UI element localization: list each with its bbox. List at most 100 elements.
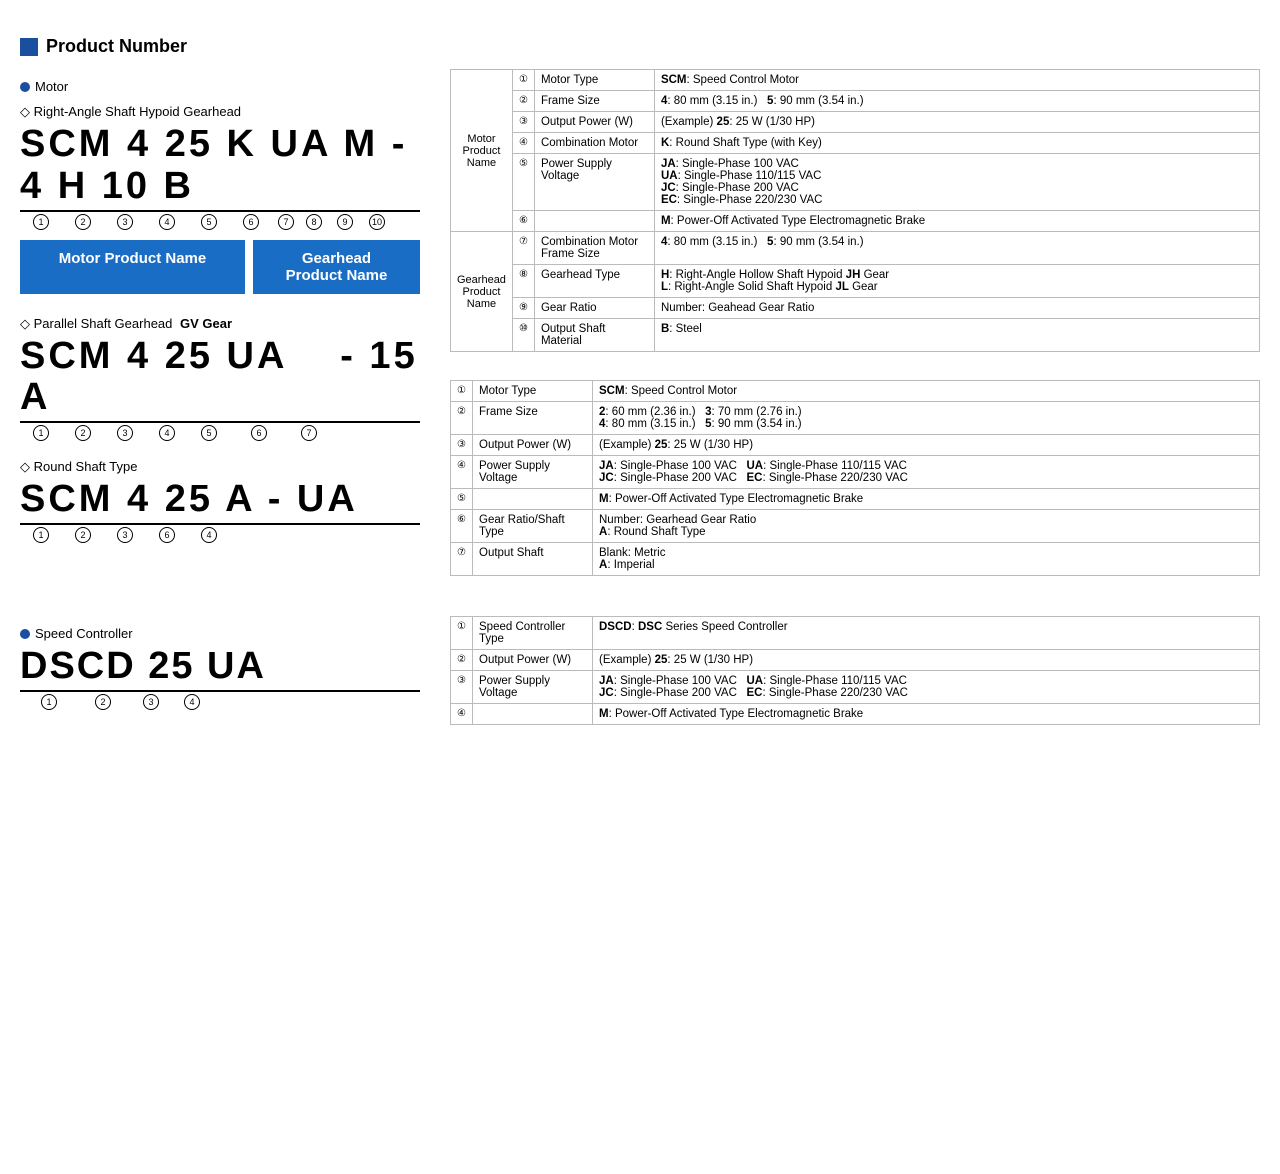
sc-row-value-1: DSCD: DSC Series Speed Controller <box>593 617 1260 650</box>
sc-row-label-3: Power Supply Voltage <box>473 671 593 704</box>
sc-row-value-3: JA: Single-Phase 100 VAC UA: Single-Phas… <box>593 671 1260 704</box>
row-label-2: Frame Size <box>534 91 654 112</box>
row-num-6: ⑥ <box>512 211 534 232</box>
sc-circle-1: 1 <box>20 694 78 710</box>
gearhead-product-name-box: Gearhead Product Name <box>253 240 420 294</box>
row-num-5: ⑤ <box>512 154 534 211</box>
sc-row-label-1: Speed ControllerType <box>473 617 593 650</box>
sc-label: Speed Controller <box>20 626 420 641</box>
row-num-9: ⑨ <box>512 298 534 319</box>
row-value-5: JA: Single-Phase 100 VAC UA: Single-Phas… <box>654 154 1259 211</box>
p-row-label-6: Gear Ratio/ShaftType <box>473 510 593 543</box>
table-row: ④ M: Power-Off Activated Type Electromag… <box>451 704 1260 725</box>
circle-2: 2 <box>62 214 104 230</box>
table-row: ⑤ M: Power-Off Activated Type Electromag… <box>451 489 1260 510</box>
sc-row-num-3: ③ <box>451 671 473 704</box>
row-label-3: Output Power (W) <box>534 112 654 133</box>
row-label-6 <box>534 211 654 232</box>
circle-10: 10 <box>362 214 392 230</box>
p-row-num-2: ② <box>451 402 473 435</box>
r-circle-2: 2 <box>62 527 104 543</box>
row-num-4: ④ <box>512 133 534 154</box>
table-row: ⑧ Gearhead Type H: Right-Angle Hollow Sh… <box>451 265 1260 298</box>
circle-5: 5 <box>188 214 230 230</box>
p-circle-7: 7 <box>288 425 330 441</box>
row-value-7: 4: 80 mm (3.15 in.) 5: 90 mm (3.54 in.) <box>654 232 1259 265</box>
product-code-sc: DSCD 25 UA <box>20 645 420 692</box>
gearhead-group-label: GearheadProductName <box>451 232 513 352</box>
table-row: ⑥ Gear Ratio/ShaftType Number: Gearhead … <box>451 510 1260 543</box>
sc-circle-3: 3 <box>128 694 174 710</box>
table-row: ③ Power Supply Voltage JA: Single-Phase … <box>451 671 1260 704</box>
row-value-3: (Example) 25: 25 W (1/30 HP) <box>654 112 1259 133</box>
row-label-1: Motor Type <box>534 70 654 91</box>
p-row-label-2: Frame Size <box>473 402 593 435</box>
sc-row-label-4 <box>473 704 593 725</box>
sc-row-num-1: ① <box>451 617 473 650</box>
row-value-6: M: Power-Off Activated Type Electromagne… <box>654 211 1259 232</box>
sc-circle-4: 4 <box>174 694 210 710</box>
circle-1: 1 <box>20 214 62 230</box>
p-row-label-4: Power Supply Voltage <box>473 456 593 489</box>
right-angle-table: MotorProductName ① Motor Type SCM: Speed… <box>450 69 1260 352</box>
p-row-num-5: ⑤ <box>451 489 473 510</box>
row-num-1: ① <box>512 70 534 91</box>
p-circle-6: 6 <box>230 425 288 441</box>
p-row-num-3: ③ <box>451 435 473 456</box>
row-num-3: ③ <box>512 112 534 133</box>
p-row-label-7: Output Shaft <box>473 543 593 576</box>
round-label: ◇ Round Shaft Type <box>20 459 420 475</box>
row-label-7: Combination MotorFrame Size <box>534 232 654 265</box>
table-row: GearheadProductName ⑦ Combination MotorF… <box>451 232 1260 265</box>
circle-6: 6 <box>230 214 272 230</box>
r-circle-4: 4 <box>188 527 230 543</box>
circle-row-round: 1 2 3 6 4 <box>20 527 420 543</box>
row-label-8: Gearhead Type <box>534 265 654 298</box>
table-row: ④ Combination Motor K: Round Shaft Type … <box>451 133 1260 154</box>
table-row: ② Output Power (W) (Example) 25: 25 W (1… <box>451 650 1260 671</box>
row-value-10: B: Steel <box>654 319 1259 352</box>
sc-table: ① Speed ControllerType DSCD: DSC Series … <box>450 616 1260 725</box>
row-num-8: ⑧ <box>512 265 534 298</box>
row-value-4: K: Round Shaft Type (with Key) <box>654 133 1259 154</box>
table-row: ⑤ Power Supply Voltage JA: Single-Phase … <box>451 154 1260 211</box>
right-angle-label: ◇ Right-Angle Shaft Hypoid Gearhead <box>20 104 420 120</box>
table-row: ② Frame Size 4: 80 mm (3.15 in.) 5: 90 m… <box>451 91 1260 112</box>
row-num-7: ⑦ <box>512 232 534 265</box>
parallel-section: ◇ Parallel Shaft Gearhead GV Gear SCM 4 … <box>20 316 420 442</box>
row-label-10: Output Shaft Material <box>534 319 654 352</box>
p-row-num-6: ⑥ <box>451 510 473 543</box>
name-boxes: Motor Product Name Gearhead Product Name <box>20 240 420 294</box>
p-row-value-2: 2: 60 mm (2.36 in.) 3: 70 mm (2.76 in.) … <box>593 402 1260 435</box>
product-number-header: Product Number <box>20 36 1260 57</box>
product-code-right: SCM 4 25 K UA M - 4 H 10 B <box>20 124 420 212</box>
p-row-num-4: ④ <box>451 456 473 489</box>
p-row-num-7: ⑦ <box>451 543 473 576</box>
p-row-value-1: SCM: Speed Control Motor <box>593 381 1260 402</box>
circle-3: 3 <box>104 214 146 230</box>
row-label-4: Combination Motor <box>534 133 654 154</box>
sc-bullet <box>20 629 30 639</box>
motor-section: Motor ◇ Right-Angle Shaft Hypoid Gearhea… <box>20 69 1260 576</box>
table-row: ③ Output Power (W) (Example) 25: 25 W (1… <box>451 112 1260 133</box>
circle-4: 4 <box>146 214 188 230</box>
motor-left: Motor ◇ Right-Angle Shaft Hypoid Gearhea… <box>20 69 420 553</box>
r-circle-3: 3 <box>104 527 146 543</box>
sc-layout: Speed Controller DSCD 25 UA 1 2 3 4 ① Sp… <box>20 616 1260 725</box>
sc-row-num-2: ② <box>451 650 473 671</box>
sc-row-value-4: M: Power-Off Activated Type Electromagne… <box>593 704 1260 725</box>
table-row: ③ Output Power (W) (Example) 25: 25 W (1… <box>451 435 1260 456</box>
table-row: ⑦ Output Shaft Blank: Metric A: Imperial <box>451 543 1260 576</box>
table-row: ① Motor Type SCM: Speed Control Motor <box>451 381 1260 402</box>
motor-label: Motor <box>20 79 420 94</box>
p-row-value-3: (Example) 25: 25 W (1/30 HP) <box>593 435 1260 456</box>
circle-row-parallel: 1 2 3 4 5 6 7 <box>20 425 420 441</box>
sc-circle-2: 2 <box>78 694 128 710</box>
p-row-value-7: Blank: Metric A: Imperial <box>593 543 1260 576</box>
table-row: ⑩ Output Shaft Material B: Steel <box>451 319 1260 352</box>
p-circle-3: 3 <box>104 425 146 441</box>
p-row-num-1: ① <box>451 381 473 402</box>
round-section: ◇ Round Shaft Type SCM 4 25 A - UA 1 2 3… <box>20 459 420 543</box>
product-code-parallel: SCM 4 25 UA - 15 A <box>20 336 420 424</box>
parallel-table: ① Motor Type SCM: Speed Control Motor ② … <box>450 380 1260 576</box>
